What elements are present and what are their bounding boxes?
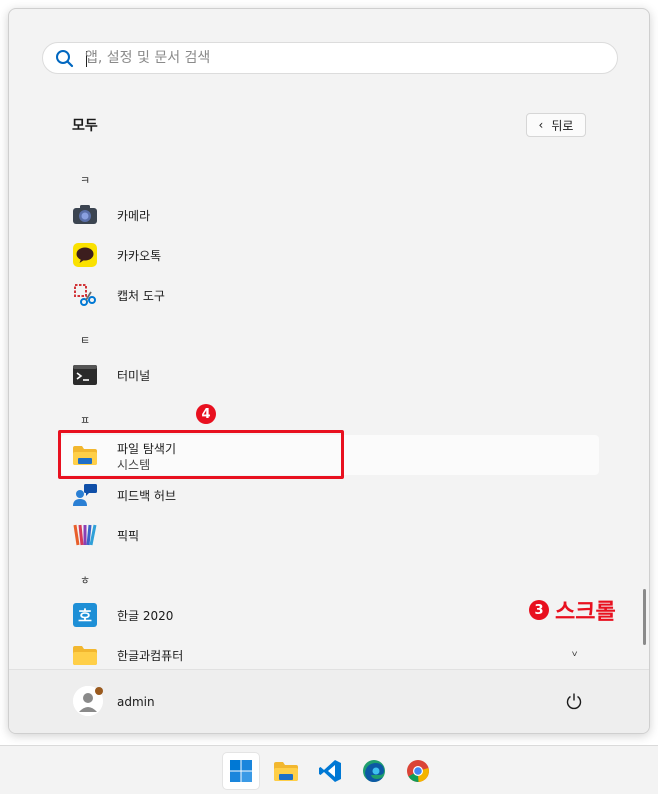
taskbar — [0, 745, 658, 794]
camera-icon — [73, 205, 97, 224]
power-icon[interactable] — [565, 692, 583, 710]
desktop: 모두 ‹ 뒤로 ㅋ 카메라 카카오톡 — [0, 0, 658, 794]
scrollbar-thumb[interactable] — [643, 589, 646, 645]
chrome-icon — [407, 760, 429, 783]
back-button[interactable]: ‹ 뒤로 — [526, 113, 586, 137]
app-snipping-tool[interactable]: 캡처 도구 — [61, 275, 599, 315]
chevron-left-icon: ‹ — [538, 118, 544, 132]
app-picpick[interactable]: 픽픽 — [61, 515, 599, 555]
app-name: 터미널 — [117, 369, 151, 383]
all-apps-title: 모두 — [72, 118, 98, 134]
app-feedback-hub[interactable]: 피드백 허브 — [61, 475, 599, 515]
kakaotalk-icon — [73, 243, 97, 267]
taskbar-vscode[interactable] — [311, 752, 349, 790]
scroll-annotation: 3 스크롤 — [529, 594, 616, 626]
user-icon — [73, 686, 103, 716]
step-badge-scroll: 3 — [529, 600, 549, 620]
taskbar-edge[interactable] — [355, 752, 393, 790]
vscode-icon — [319, 760, 341, 782]
app-hangul-2020[interactable]: 호 한글 2020 — [61, 595, 599, 635]
back-button-label: 뒤로 — [551, 118, 574, 133]
picpick-icon — [73, 524, 97, 546]
snipping-tool-icon — [74, 284, 96, 306]
search-box[interactable] — [42, 42, 618, 74]
step-badge-select: 4 — [196, 404, 216, 424]
hangul-icon: 호 — [73, 603, 97, 627]
app-name: 한글과컴퓨터 — [117, 649, 184, 663]
edge-icon — [363, 760, 385, 782]
taskbar-start-button[interactable] — [222, 752, 260, 790]
app-name: 픽픽 — [117, 529, 140, 543]
group-letter-h[interactable]: ㅎ — [80, 572, 90, 588]
app-kakaotalk[interactable]: 카카오톡 — [61, 235, 599, 275]
taskbar-chrome[interactable] — [399, 752, 437, 790]
app-camera[interactable]: 카메라 — [61, 195, 599, 235]
start-footer: admin — [9, 669, 649, 733]
file-explorer-icon — [274, 762, 298, 781]
folder-icon — [73, 646, 97, 665]
user-name[interactable]: admin — [117, 695, 155, 709]
app-name: 피드백 허브 — [117, 489, 177, 503]
app-name: 캡처 도구 — [117, 289, 165, 303]
taskbar-file-explorer[interactable] — [267, 752, 305, 790]
group-letter-p[interactable]: ㅍ — [80, 412, 90, 428]
feedback-hub-icon — [73, 484, 97, 506]
app-terminal[interactable]: 터미널 — [61, 355, 599, 395]
user-avatar[interactable] — [73, 686, 103, 716]
start-icon — [230, 760, 252, 782]
app-name: 카메라 — [117, 209, 151, 223]
chevron-down-icon[interactable]: ⱽ — [572, 649, 577, 663]
group-letter-k[interactable]: ㅋ — [80, 172, 90, 188]
highlight-box — [58, 430, 344, 479]
group-letter-t[interactable]: ㅌ — [80, 332, 90, 348]
terminal-icon — [73, 365, 97, 385]
app-name: 한글 2020 — [117, 609, 174, 623]
search-input[interactable] — [85, 47, 605, 69]
svg-text:호: 호 — [78, 607, 92, 625]
scroll-annotation-label: 스크롤 — [555, 600, 616, 625]
search-icon — [56, 50, 74, 68]
start-menu: 모두 ‹ 뒤로 ㅋ 카메라 카카오톡 — [8, 8, 650, 734]
app-name: 카카오톡 — [117, 249, 162, 263]
